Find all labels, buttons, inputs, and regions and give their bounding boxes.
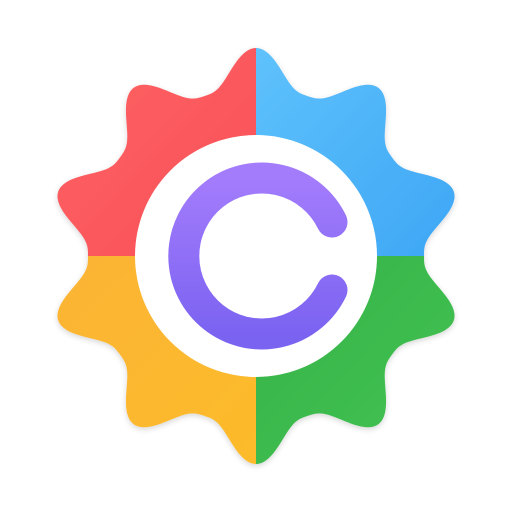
app-icon bbox=[0, 0, 512, 512]
app-icon-svg bbox=[57, 48, 455, 464]
